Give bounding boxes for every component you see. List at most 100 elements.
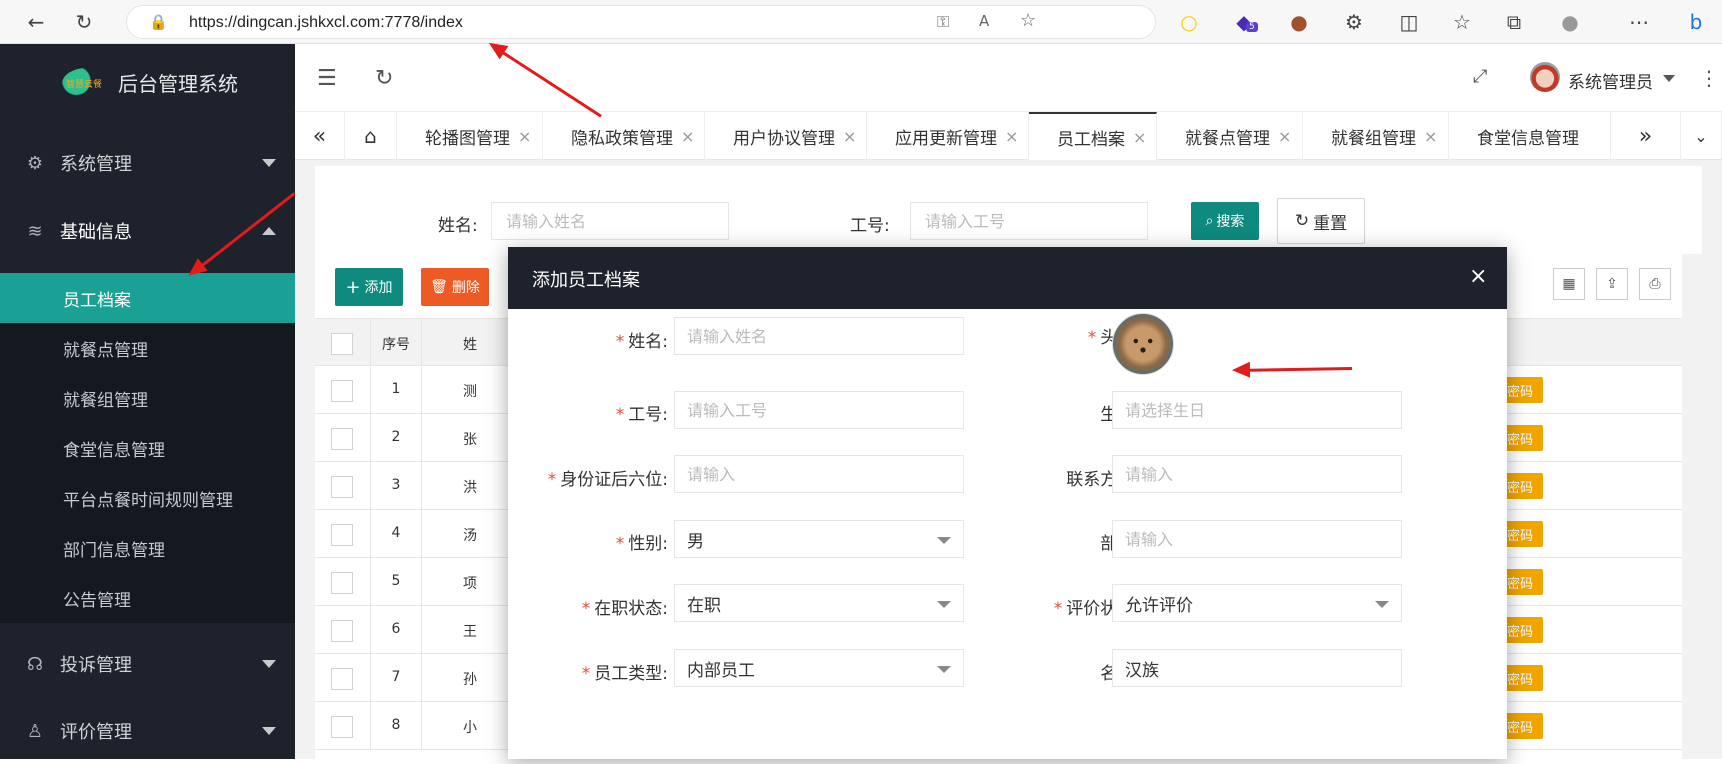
avatar[interactable] — [1530, 62, 1560, 92]
search-button[interactable]: ⌕ 搜索 — [1191, 202, 1259, 240]
extension-circle-icon[interactable]: ○ — [1175, 8, 1203, 36]
address-bar[interactable]: 🔒 https://dingcan.jshkxcl.com:7778/index… — [126, 5, 1156, 39]
select-all-checkbox[interactable] — [331, 333, 353, 355]
dialog-header: 添加员工档案 × — [508, 247, 1507, 309]
tab-label: 食堂信息管理 — [1477, 128, 1579, 149]
refresh-icon[interactable]: ↻ — [70, 8, 98, 36]
row-index: 8 — [391, 717, 401, 733]
close-icon[interactable]: × — [843, 127, 856, 146]
column-divider — [421, 558, 422, 606]
favorite-add-icon[interactable]: ☆ — [1020, 10, 1036, 31]
sub-item-department-info[interactable]: 部门信息管理 — [0, 523, 295, 573]
tab-employee-archive[interactable]: 员工档案 × — [1029, 112, 1157, 160]
home-icon[interactable]: ⌂ — [345, 112, 397, 160]
tab-scroll-right-icon[interactable]: » — [1611, 112, 1681, 160]
extensions-icon[interactable]: ⚙ — [1340, 8, 1368, 36]
read-aloud-icon[interactable]: A — [979, 12, 989, 30]
fullscreen-icon[interactable]: ⤢ — [1473, 66, 1487, 87]
export-icon[interactable]: ⇪ — [1596, 268, 1628, 300]
sub-item-announcements[interactable]: 公告管理 — [0, 573, 295, 623]
sub-item-employee-archive[interactable]: 员工档案 — [0, 273, 295, 323]
close-icon[interactable]: × — [1469, 264, 1487, 289]
close-icon[interactable]: × — [1005, 127, 1018, 146]
search-name-input[interactable] — [491, 202, 729, 240]
id-input[interactable] — [674, 391, 964, 429]
row-index: 7 — [391, 669, 401, 685]
menu-system-management[interactable]: ⚙ 系统管理 — [0, 130, 295, 196]
key-icon[interactable]: ⚿ — [937, 12, 949, 32]
row-checkbox[interactable] — [331, 380, 353, 402]
tab-user-agreement[interactable]: 用户协议管理 × — [705, 112, 867, 160]
close-icon[interactable]: × — [518, 127, 531, 146]
idcard-input[interactable] — [674, 455, 964, 493]
tab-dropdown-icon[interactable]: ⌄ — [1681, 112, 1722, 160]
profile-icon[interactable]: ● — [1556, 8, 1584, 36]
rating-status-select[interactable]: 允许评价 — [1112, 584, 1402, 622]
row-checkbox[interactable] — [331, 668, 353, 690]
row-checkbox[interactable] — [331, 572, 353, 594]
menu-basic-info[interactable]: ≋ 基础信息 — [0, 198, 295, 264]
columns-icon[interactable]: ▦ — [1553, 268, 1585, 300]
id-label: * 工号: — [615, 405, 668, 425]
close-icon[interactable]: × — [1278, 127, 1291, 146]
dept-input[interactable] — [1112, 520, 1402, 558]
row-checkbox[interactable] — [331, 524, 353, 546]
batch-delete-button[interactable]: 🗑 删除 — [421, 268, 489, 306]
reset-button[interactable]: ↻ 重置 — [1277, 198, 1365, 244]
tab-dining-point[interactable]: 就餐点管理 × — [1157, 112, 1303, 160]
cookie-icon[interactable]: ● — [1285, 8, 1313, 36]
more-vertical-icon[interactable]: ⋮ — [1699, 66, 1719, 90]
row-checkbox[interactable] — [331, 476, 353, 498]
row-index: 1 — [391, 381, 401, 397]
collapse-menu-icon[interactable]: ☰ — [317, 66, 337, 91]
employee-type-select[interactable]: 内部员工 — [674, 649, 964, 687]
employment-status-select[interactable]: 在职 — [674, 584, 964, 622]
name-input[interactable] — [674, 317, 964, 355]
menu-evaluation-management[interactable]: ♙ 评价管理 — [0, 698, 295, 764]
tab-canteen-info[interactable]: 食堂信息管理 — [1449, 112, 1611, 160]
search-id-input[interactable] — [910, 202, 1148, 240]
row-checkbox[interactable] — [331, 716, 353, 738]
caret-up-icon — [262, 227, 276, 235]
close-icon[interactable]: × — [681, 127, 694, 146]
gender-select[interactable]: 男 — [674, 520, 964, 558]
reload-icon[interactable]: ↻ — [375, 66, 393, 91]
print-icon[interactable]: ⎙ — [1639, 268, 1671, 300]
menu-label: 基础信息 — [60, 222, 132, 243]
favorites-icon[interactable]: ☆ — [1448, 8, 1476, 36]
tab-privacy[interactable]: 隐私政策管理 × — [543, 112, 705, 160]
avatar-upload[interactable] — [1112, 313, 1174, 375]
sub-item-order-time-rules[interactable]: 平台点餐时间规则管理 — [0, 473, 295, 523]
column-divider — [421, 462, 422, 510]
split-screen-icon[interactable]: ◫ — [1395, 8, 1423, 36]
sub-item-canteen-info[interactable]: 食堂信息管理 — [0, 423, 295, 473]
tab-app-update[interactable]: 应用更新管理 × — [867, 112, 1029, 160]
ethnicity-input[interactable]: 汉族 — [1112, 649, 1402, 687]
gear-icon: ⚙ — [26, 152, 44, 174]
menu-complaint-management[interactable]: ☊ 投诉管理 — [0, 631, 295, 697]
row-checkbox[interactable] — [331, 620, 353, 642]
sub-item-dining-group[interactable]: 就餐组管理 — [0, 373, 295, 423]
tab-carousel[interactable]: 轮播图管理 × — [397, 112, 543, 160]
tab-dining-group[interactable]: 就餐组管理 × — [1303, 112, 1449, 160]
extension-badge: 5 — [1246, 22, 1258, 32]
column-divider — [421, 654, 422, 702]
tab-scroll-left-icon[interactable]: « — [295, 112, 345, 160]
caret-down-icon[interactable] — [1663, 75, 1675, 82]
more-options-icon[interactable]: ⋯ — [1625, 8, 1653, 36]
row-index: 2 — [391, 429, 401, 445]
collections-icon[interactable]: ⧉ — [1500, 8, 1528, 36]
contact-input[interactable] — [1112, 455, 1402, 493]
row-checkbox[interactable] — [331, 428, 353, 450]
back-icon[interactable]: ← — [22, 8, 50, 36]
admin-name[interactable]: 系统管理员 — [1568, 68, 1653, 93]
add-button[interactable]: + 添加 — [335, 268, 403, 306]
extension-cube-icon[interactable]: ◆ 5 — [1230, 8, 1258, 36]
close-icon[interactable]: × — [1133, 128, 1146, 147]
search-button-label: 搜索 — [1216, 214, 1245, 230]
sub-item-dining-point[interactable]: 就餐点管理 — [0, 323, 295, 373]
birthday-input[interactable] — [1112, 391, 1402, 429]
close-icon[interactable]: × — [1424, 127, 1437, 146]
bing-icon[interactable]: b — [1682, 8, 1710, 36]
headset-icon: ☊ — [27, 653, 43, 675]
